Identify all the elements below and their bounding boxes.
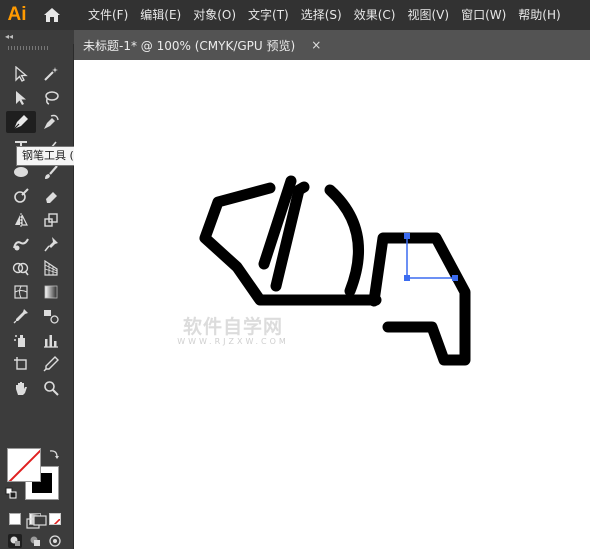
- gradient-icon: [44, 285, 58, 299]
- warp-icon: [13, 238, 29, 251]
- warp-tool[interactable]: [9, 233, 33, 255]
- gradient-tool[interactable]: [39, 281, 63, 303]
- pen-icon: [13, 115, 28, 130]
- color-mode-button[interactable]: [9, 513, 21, 525]
- shape-builder-icon: [12, 262, 29, 276]
- fill-color-swatch[interactable]: [7, 448, 41, 482]
- magic-wand-icon: [44, 67, 58, 81]
- artboard-icon: [14, 357, 27, 370]
- toolbar-collapse-button[interactable]: ◂◂: [0, 30, 74, 44]
- none-icon: [53, 518, 60, 524]
- lasso-icon: [45, 91, 59, 105]
- menu-window[interactable]: 窗口(W): [455, 0, 512, 30]
- eraser-tool[interactable]: [39, 185, 63, 207]
- default-colors-button[interactable]: [4, 486, 18, 500]
- symbol-sprayer-icon: [14, 335, 25, 347]
- document-tab[interactable]: 未标题-1* @ 100% (CMYK/GPU 预览) ×: [74, 30, 332, 60]
- blend-icon: [44, 310, 59, 324]
- curvature-tool[interactable]: [39, 111, 63, 133]
- direct-selection-tool[interactable]: [9, 87, 33, 109]
- menu-help[interactable]: 帮助(H): [512, 0, 566, 30]
- swap-fill-stroke-button[interactable]: [46, 446, 62, 462]
- anchor-point[interactable]: [404, 233, 410, 239]
- menu-select[interactable]: 选择(S): [295, 0, 348, 30]
- menu-view[interactable]: 视图(V): [401, 0, 455, 30]
- home-button[interactable]: [34, 0, 70, 30]
- anchor-point[interactable]: [452, 275, 458, 281]
- eyedropper-icon: [13, 309, 28, 324]
- selected-path[interactable]: [74, 60, 590, 549]
- puppet-warp-icon: [44, 237, 58, 252]
- mesh-icon: [14, 285, 28, 299]
- swap-arrow-icon: [49, 450, 59, 459]
- default-colors-icon: [5, 487, 17, 499]
- lasso-tool[interactable]: [39, 87, 63, 109]
- scale-tool[interactable]: [39, 209, 63, 231]
- mesh-tool[interactable]: [9, 281, 33, 303]
- selection-arrow-icon: [15, 66, 28, 82]
- menu-type[interactable]: 文字(T): [242, 0, 295, 30]
- draw-normal-icon: [8, 534, 22, 548]
- shaper-tool[interactable]: [9, 185, 33, 207]
- none-slash-icon: [8, 449, 40, 481]
- draw-normal-button[interactable]: [7, 533, 23, 549]
- screen-mode-button[interactable]: [24, 513, 50, 531]
- shaper-icon: [14, 188, 29, 203]
- menu-object[interactable]: 对象(O): [187, 0, 242, 30]
- toolbar-grip[interactable]: [8, 46, 48, 50]
- document-tab-title: 未标题-1* @ 100% (CMYK/GPU 预览): [83, 38, 296, 53]
- menu-edit[interactable]: 编辑(E): [134, 0, 187, 30]
- perspective-grid-icon: [44, 260, 58, 276]
- paintbrush-icon: [45, 165, 58, 179]
- eraser-icon: [46, 192, 57, 203]
- slice-tool[interactable]: [39, 353, 63, 375]
- hand-tool[interactable]: [9, 377, 33, 399]
- shape-builder-tool[interactable]: [9, 257, 33, 279]
- document-tab-bar: 未标题-1* @ 100% (CMYK/GPU 预览) ×: [74, 30, 590, 60]
- draw-behind-icon: [30, 536, 40, 546]
- slice-icon: [43, 356, 59, 372]
- zoom-tool[interactable]: [39, 377, 63, 399]
- eyedropper-tool[interactable]: [9, 305, 33, 327]
- app-logo: Ai: [7, 4, 27, 25]
- column-graph-tool[interactable]: [39, 329, 63, 351]
- zoom-icon: [44, 381, 59, 396]
- reflect-icon: [15, 213, 28, 227]
- menu-bar: Ai 文件(F) 编辑(E) 对象(O) 文字(T) 选择(S) 效果(C) 视…: [0, 0, 590, 30]
- none-mode-button[interactable]: [49, 513, 61, 525]
- menu-items: 文件(F) 编辑(E) 对象(O) 文字(T) 选择(S) 效果(C) 视图(V…: [82, 0, 567, 30]
- draw-behind-button[interactable]: [27, 533, 43, 549]
- blend-tool[interactable]: [39, 305, 63, 327]
- tools-panel: [0, 44, 74, 549]
- ellipse-icon: [14, 167, 28, 177]
- perspective-grid-tool[interactable]: [39, 257, 63, 279]
- close-icon[interactable]: ×: [311, 38, 321, 52]
- anchor-point[interactable]: [404, 275, 410, 281]
- draw-inside-icon: [49, 535, 61, 547]
- symbol-sprayer-tool[interactable]: [9, 329, 33, 351]
- scale-icon: [44, 213, 58, 227]
- puppet-warp-tool[interactable]: [39, 233, 63, 255]
- selection-tool[interactable]: [9, 63, 33, 85]
- artboard-tool[interactable]: [9, 353, 33, 375]
- direct-selection-icon: [16, 91, 26, 105]
- home-icon: [44, 8, 60, 22]
- curvature-icon: [44, 114, 59, 129]
- menu-effect[interactable]: 效果(C): [348, 0, 402, 30]
- reflect-tool[interactable]: [9, 209, 33, 231]
- hand-icon: [16, 382, 27, 395]
- magic-wand-tool[interactable]: [39, 63, 63, 85]
- menu-file[interactable]: 文件(F): [82, 0, 134, 30]
- pen-tool[interactable]: [6, 111, 36, 133]
- screen-mode-icon: [26, 515, 47, 529]
- draw-inside-button[interactable]: [47, 533, 63, 549]
- artboard-canvas[interactable]: 软件自学网 WWW.RJZXW.COM: [74, 60, 590, 549]
- column-graph-icon: [44, 335, 58, 348]
